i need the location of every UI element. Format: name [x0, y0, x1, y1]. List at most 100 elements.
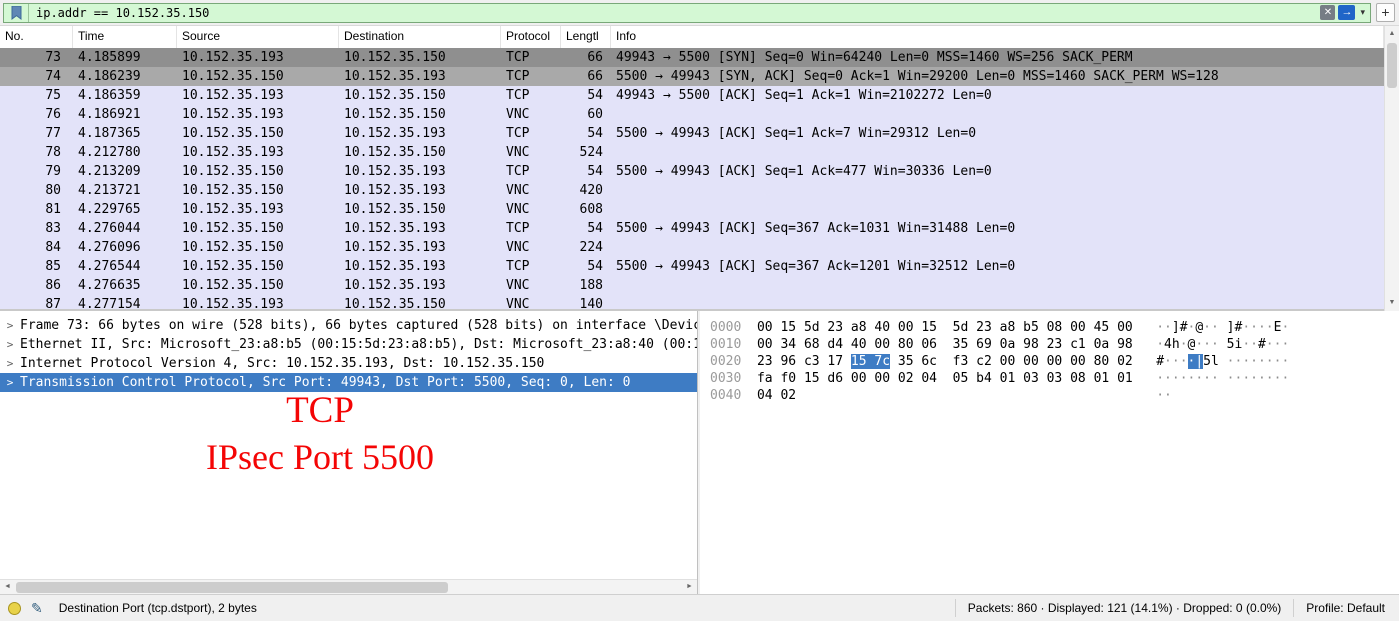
packet-row[interactable]: 794.21320910.152.35.15010.152.35.193TCP5… — [0, 162, 1384, 181]
capture-comment-pencil-icon[interactable]: ✎ — [31, 600, 43, 617]
hex-byte[interactable]: 40 — [851, 337, 867, 352]
hex-byte[interactable]: 23 — [1047, 337, 1063, 352]
bookmark-icon[interactable] — [4, 4, 29, 22]
details-horizontal-scrollbar[interactable]: ◄ ► — [0, 579, 697, 594]
expert-info-icon[interactable] — [8, 602, 21, 615]
hex-byte[interactable]: 69 — [976, 337, 992, 352]
hex-byte[interactable]: 0a — [1094, 337, 1110, 352]
hex-byte[interactable]: 00 — [898, 320, 914, 335]
hex-byte[interactable]: 7c — [874, 354, 890, 369]
hex-byte[interactable]: 15 — [780, 320, 796, 335]
hex-row[interactable]: 0020 23 96 c3 17 15 7c 35 6c f3 c2 00 00… — [710, 353, 1399, 370]
hex-byte[interactable]: 17 — [827, 354, 843, 369]
expand-arrow-icon[interactable]: > — [0, 316, 20, 335]
hex-byte[interactable]: 80 — [898, 337, 914, 352]
filter-dropdown-icon[interactable]: ▾ — [1358, 7, 1367, 18]
hex-byte[interactable]: d4 — [827, 337, 843, 352]
scroll-up-arrow-icon[interactable]: ▲ — [1385, 27, 1399, 41]
packet-row[interactable]: 814.22976510.152.35.19310.152.35.150VNC6… — [0, 200, 1384, 219]
scroll-left-arrow-icon[interactable]: ◄ — [0, 580, 15, 594]
hex-byte[interactable]: 00 — [1070, 354, 1086, 369]
hex-byte[interactable]: 03 — [1023, 371, 1039, 386]
column-header-info[interactable]: Info — [611, 26, 1384, 48]
hex-byte[interactable]: 00 — [757, 337, 773, 352]
hex-byte[interactable]: 34 — [780, 337, 796, 352]
hex-byte[interactable]: b4 — [976, 371, 992, 386]
hex-byte[interactable]: f0 — [780, 371, 796, 386]
hex-byte[interactable]: 00 — [1047, 354, 1063, 369]
packet-row[interactable]: 804.21372110.152.35.15010.152.35.193VNC4… — [0, 181, 1384, 200]
packet-row[interactable]: 754.18635910.152.35.19310.152.35.150TCP5… — [0, 86, 1384, 105]
hex-byte[interactable]: 96 — [780, 354, 796, 369]
filter-expression[interactable]: ip.addr == 10.152.35.150 — [29, 6, 209, 20]
hex-byte[interactable]: 00 — [851, 371, 867, 386]
hex-byte[interactable]: 01 — [1117, 371, 1133, 386]
detail-line[interactable]: >Ethernet II, Src: Microsoft_23:a8:b5 (0… — [0, 335, 697, 354]
display-filter-field[interactable]: ip.addr == 10.152.35.150 ✕ → ▾ — [3, 3, 1371, 23]
packet-row[interactable]: 854.27654410.152.35.15010.152.35.193TCP5… — [0, 257, 1384, 276]
packet-row[interactable]: 744.18623910.152.35.15010.152.35.193TCP6… — [0, 67, 1384, 86]
hex-byte[interactable]: 15 — [851, 354, 867, 369]
hex-byte[interactable]: c3 — [804, 354, 820, 369]
hex-byte[interactable]: d6 — [827, 371, 843, 386]
detail-line[interactable]: >Frame 73: 66 bytes on wire (528 bits), … — [0, 316, 697, 335]
hex-byte[interactable]: f3 — [953, 354, 969, 369]
hex-byte[interactable]: 98 — [1023, 337, 1039, 352]
hex-byte[interactable]: 00 — [1023, 354, 1039, 369]
packet-row[interactable]: 784.21278010.152.35.19310.152.35.150VNC5… — [0, 143, 1384, 162]
expand-arrow-icon[interactable]: > — [0, 373, 20, 392]
scroll-right-arrow-icon[interactable]: ► — [682, 580, 697, 594]
hex-byte[interactable]: 40 — [874, 320, 890, 335]
expand-arrow-icon[interactable]: > — [0, 354, 20, 373]
hex-byte[interactable]: 02 — [1117, 354, 1133, 369]
hex-byte[interactable]: 00 — [757, 320, 773, 335]
hex-byte[interactable]: 06 — [921, 337, 937, 352]
packet-row[interactable]: 834.27604410.152.35.15010.152.35.193TCP5… — [0, 219, 1384, 238]
scroll-down-arrow-icon[interactable]: ▼ — [1385, 296, 1399, 310]
hex-byte[interactable]: b5 — [1023, 320, 1039, 335]
packet-row[interactable]: 864.27663510.152.35.15010.152.35.193VNC1… — [0, 276, 1384, 295]
add-filter-button[interactable]: + — [1376, 3, 1395, 22]
hex-byte[interactable]: a8 — [1000, 320, 1016, 335]
hex-byte[interactable]: 0a — [1000, 337, 1016, 352]
hex-byte[interactable]: 08 — [1070, 371, 1086, 386]
packet-row[interactable]: 774.18736510.152.35.15010.152.35.193TCP5… — [0, 124, 1384, 143]
hex-byte[interactable]: 04 — [921, 371, 937, 386]
hex-byte[interactable]: 00 — [874, 371, 890, 386]
column-header-destination[interactable]: Destination — [339, 26, 501, 48]
column-header-no[interactable]: No. — [0, 26, 73, 48]
apply-filter-icon[interactable]: → — [1338, 5, 1355, 20]
hex-byte[interactable]: 5d — [804, 320, 820, 335]
hex-byte[interactable]: a8 — [851, 320, 867, 335]
hex-byte[interactable]: 01 — [1094, 371, 1110, 386]
hex-byte[interactable]: c1 — [1070, 337, 1086, 352]
packet-row[interactable]: 734.18589910.152.35.19310.152.35.150TCP6… — [0, 48, 1384, 67]
hex-byte[interactable]: 23 — [757, 354, 773, 369]
hex-byte[interactable]: 04 — [757, 388, 773, 403]
hex-byte[interactable]: 35 — [898, 354, 914, 369]
hex-byte[interactable]: 23 — [976, 320, 992, 335]
hex-byte[interactable]: 68 — [804, 337, 820, 352]
hex-byte[interactable]: 23 — [827, 320, 843, 335]
hex-byte[interactable]: 00 — [1117, 320, 1133, 335]
hex-byte[interactable]: 00 — [874, 337, 890, 352]
hex-byte[interactable]: 08 — [1047, 320, 1063, 335]
hex-byte[interactable]: 15 — [921, 320, 937, 335]
status-profile[interactable]: Profile: Default — [1293, 599, 1399, 617]
hex-byte[interactable]: 80 — [1094, 354, 1110, 369]
hex-byte[interactable]: 15 — [804, 371, 820, 386]
clear-filter-icon[interactable]: ✕ — [1320, 5, 1335, 20]
hex-byte[interactable]: c2 — [976, 354, 992, 369]
hex-byte[interactable]: 35 — [953, 337, 969, 352]
hex-row[interactable]: 0010 00 34 68 d4 40 00 80 06 35 69 0a 98… — [710, 336, 1399, 353]
hex-byte[interactable]: 00 — [1000, 354, 1016, 369]
detail-line[interactable]: >Internet Protocol Version 4, Src: 10.15… — [0, 354, 697, 373]
hex-byte[interactable]: 02 — [898, 371, 914, 386]
hex-byte[interactable]: 05 — [953, 371, 969, 386]
hex-byte[interactable]: 03 — [1047, 371, 1063, 386]
column-header-protocol[interactable]: Protocol — [501, 26, 561, 48]
hex-row[interactable]: 0040 04 02 ·· — [710, 387, 1399, 404]
hex-byte[interactable]: fa — [757, 371, 773, 386]
hex-byte[interactable]: 98 — [1117, 337, 1133, 352]
packet-list-scrollbar[interactable]: ▲ ▼ — [1384, 26, 1399, 311]
